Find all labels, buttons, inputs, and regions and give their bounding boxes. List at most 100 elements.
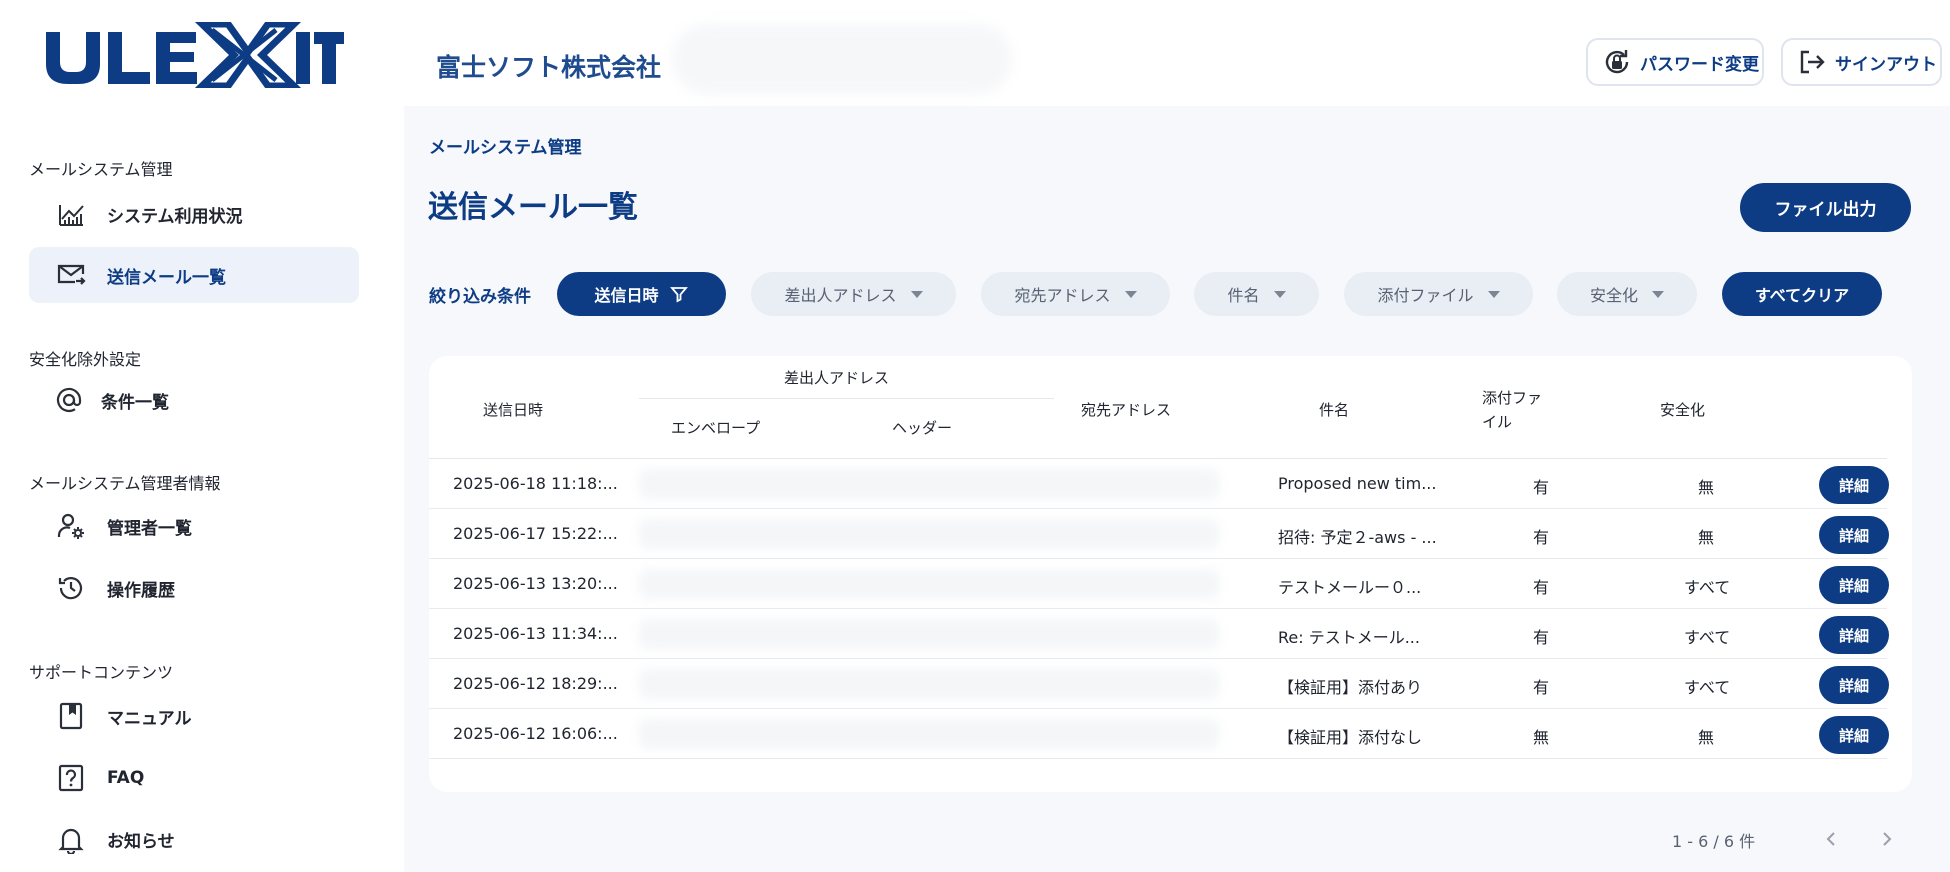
sidebar-section-support: サポートコンテンツ xyxy=(29,663,174,682)
header-divider xyxy=(639,398,1054,399)
filter-chip-sender[interactable]: 差出人アドレス xyxy=(751,272,956,316)
cell-subject: テストメールー０... xyxy=(1278,578,1422,597)
mail-table: 送信日時 差出人アドレス エンベロープ ヘッダー 宛先アドレス 件名 添付ファ … xyxy=(429,356,1912,792)
cell-sanitize: 無 xyxy=(1698,728,1715,747)
sidebar-item-faq[interactable]: FAQ xyxy=(29,750,359,806)
detail-button[interactable]: 詳細 xyxy=(1819,616,1889,654)
column-header-attachment-2: イル xyxy=(1482,413,1513,431)
cell-sent-at: 2025-06-13 11:34:... xyxy=(453,624,618,643)
book-icon xyxy=(55,700,87,732)
sidebar-item-news[interactable]: お知らせ xyxy=(29,811,359,867)
redacted-addresses xyxy=(639,569,1219,599)
bell-icon xyxy=(55,823,87,855)
table-row[interactable]: 2025-06-13 11:34:... Re: テストメール... 有 すべて… xyxy=(429,609,1889,659)
sidebar-item-admin-list[interactable]: 管理者一覧 xyxy=(29,498,359,554)
filter-chip-label: 件名 xyxy=(1227,286,1260,305)
filter-chip-subject[interactable]: 件名 xyxy=(1194,272,1319,316)
chevron-down-icon xyxy=(910,290,923,298)
cell-sanitize: 無 xyxy=(1698,478,1715,497)
sidebar-item-label: 送信メール一覧 xyxy=(107,267,226,288)
sidebar-item-conditions[interactable]: 条件一覧 xyxy=(29,372,359,428)
detail-button[interactable]: 詳細 xyxy=(1819,516,1889,554)
column-header-header: ヘッダー xyxy=(892,419,953,437)
chevron-down-icon xyxy=(1124,290,1137,298)
cell-attachment: 有 xyxy=(1533,678,1550,697)
pagination-info: 1 - 6 / 6 件 xyxy=(1672,832,1756,851)
filter-chip-attachment[interactable]: 添付ファイル xyxy=(1344,272,1533,316)
history-icon xyxy=(55,572,87,604)
filter-chip-label: 送信日時 xyxy=(594,286,659,305)
redacted-addresses xyxy=(639,669,1219,699)
cell-subject: 招待: 予定２-aws - ... xyxy=(1278,528,1437,547)
detail-button[interactable]: 詳細 xyxy=(1819,666,1889,704)
redacted-addresses xyxy=(639,519,1219,549)
detail-button[interactable]: 詳細 xyxy=(1819,716,1889,754)
change-password-label: パスワード変更 xyxy=(1640,54,1759,75)
cell-subject: 【検証用】添付なし xyxy=(1278,728,1423,747)
column-header-recipient: 宛先アドレス xyxy=(1081,401,1172,419)
chevron-right-icon xyxy=(1883,832,1892,846)
filter-chip-sent-at[interactable]: 送信日時 xyxy=(557,272,726,316)
table-row[interactable]: 2025-06-13 13:20:... テストメールー０... 有 すべて 詳… xyxy=(429,559,1889,609)
sign-out-label: サインアウト xyxy=(1835,54,1937,75)
column-header-subject: 件名 xyxy=(1319,401,1350,419)
detail-button[interactable]: 詳細 xyxy=(1819,566,1889,604)
redacted-area xyxy=(672,24,1012,94)
sidebar: メールシステム管理 システム利用状況 送信メール一覧 安全化除外設定 条件一覧 … xyxy=(0,106,404,872)
cell-sent-at: 2025-06-12 16:06:... xyxy=(453,724,618,743)
cell-attachment: 有 xyxy=(1533,528,1550,547)
sign-out-button[interactable]: サインアウト xyxy=(1781,38,1942,86)
cell-attachment: 無 xyxy=(1533,728,1550,747)
redacted-addresses xyxy=(639,619,1219,649)
column-header-sent-at[interactable]: 送信日時 xyxy=(483,399,543,420)
cell-attachment: 有 xyxy=(1533,578,1550,597)
sidebar-item-operation-history[interactable]: 操作履歴 xyxy=(29,560,359,616)
column-header-envelope: エンベロープ xyxy=(671,419,761,437)
sidebar-item-label: 操作履歴 xyxy=(107,580,175,601)
cell-subject: 【検証用】添付あり xyxy=(1278,678,1423,697)
page-title: 送信メール一覧 xyxy=(428,190,638,225)
app-header: 富士ソフト株式会社 パスワード変更 サインアウト xyxy=(0,0,1950,106)
filter-chip-label: 添付ファイル xyxy=(1377,286,1474,305)
cell-subject: Re: テストメール... xyxy=(1278,628,1420,647)
main-content: メールシステム管理 送信メール一覧 ファイル出力 絞り込み条件 送信日時 差出人… xyxy=(404,106,1950,872)
breadcrumb[interactable]: メールシステム管理 xyxy=(429,133,582,158)
sidebar-item-manual[interactable]: マニュアル xyxy=(29,688,359,744)
lock-refresh-icon xyxy=(1605,50,1629,74)
at-icon xyxy=(53,384,85,416)
filter-chip-label: 宛先アドレス xyxy=(1014,286,1111,305)
mail-send-icon xyxy=(55,259,87,291)
cell-sanitize: すべて xyxy=(1684,678,1731,697)
clear-all-button[interactable]: すべてクリア xyxy=(1722,272,1882,316)
redacted-addresses xyxy=(639,469,1219,499)
cell-sanitize: すべて xyxy=(1684,578,1731,597)
next-page-button[interactable] xyxy=(1871,824,1901,854)
chevron-down-icon xyxy=(1487,290,1500,298)
filter-chip-sanitize[interactable]: 安全化 xyxy=(1557,272,1697,316)
cell-attachment: 有 xyxy=(1533,628,1550,647)
ulexit-logo[interactable] xyxy=(44,22,344,88)
cell-sent-at: 2025-06-17 15:22:... xyxy=(453,524,618,543)
column-header-attachment: 添付ファ xyxy=(1482,389,1543,407)
change-password-button[interactable]: パスワード変更 xyxy=(1586,38,1764,86)
filter-chip-recipient[interactable]: 宛先アドレス xyxy=(981,272,1170,316)
sidebar-item-system-usage[interactable]: システム利用状況 xyxy=(29,186,359,242)
cell-sent-at: 2025-06-12 18:29:... xyxy=(453,674,618,693)
cell-subject: Proposed new tim... xyxy=(1278,474,1437,493)
filter-label: 絞り込み条件 xyxy=(429,287,531,307)
column-header-sender: 差出人アドレス xyxy=(784,369,890,387)
sidebar-item-label: FAQ xyxy=(107,768,145,788)
cell-attachment: 有 xyxy=(1533,478,1550,497)
sidebar-item-sent-mail-list[interactable]: 送信メール一覧 xyxy=(29,247,359,303)
table-row[interactable]: 2025-06-12 18:29:... 【検証用】添付あり 有 すべて 詳細 xyxy=(429,659,1889,709)
sidebar-item-label: 管理者一覧 xyxy=(107,518,192,539)
sidebar-section-admin-info: メールシステム管理者情報 xyxy=(29,474,221,493)
detail-button[interactable]: 詳細 xyxy=(1819,466,1889,504)
file-export-button[interactable]: ファイル出力 xyxy=(1740,183,1911,232)
table-row[interactable]: 2025-06-18 11:18:... Proposed new tim...… xyxy=(429,459,1889,509)
table-row[interactable]: 2025-06-12 16:06:... 【検証用】添付なし 無 無 詳細 xyxy=(429,709,1889,759)
logout-icon xyxy=(1800,50,1825,74)
prev-page-button[interactable] xyxy=(1817,824,1847,854)
user-gear-icon xyxy=(55,510,87,542)
table-row[interactable]: 2025-06-17 15:22:... 招待: 予定２-aws - ... 有… xyxy=(429,509,1889,559)
